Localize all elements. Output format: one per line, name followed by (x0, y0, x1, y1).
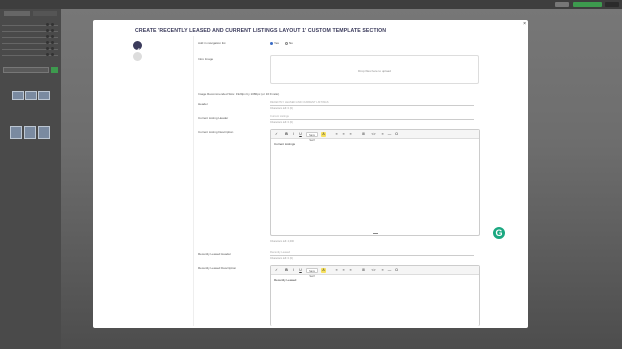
toolbar-table-button[interactable]: ⊞ (361, 268, 366, 273)
editor-toolbar: ✓ B I U Sans Serif A ≡ ≡ ≡ ⊞ <> ≡ — Ω (271, 130, 479, 142)
sidebar-row[interactable] (2, 53, 58, 56)
toolbar-align-button[interactable]: ≡ (348, 132, 353, 137)
toolbar-bold-button[interactable]: B (284, 268, 289, 273)
toolbar-list-button[interactable]: ≡ (334, 268, 339, 273)
recently-leased-description-label: Recently Leased Description (198, 266, 237, 270)
sidebar-add-button[interactable] (51, 67, 58, 73)
pencil-icon[interactable] (133, 41, 142, 52)
toolbar-format-button[interactable]: ≡ (380, 132, 385, 137)
intro-image-label: Intro Image (198, 57, 214, 61)
radio-no-dot[interactable] (285, 41, 288, 45)
radio-no[interactable]: No (285, 41, 293, 45)
sidebar-search-input[interactable] (3, 67, 49, 73)
topbar-button-dark[interactable] (605, 2, 619, 7)
toolbar-font-select[interactable]: Sans Serif (306, 268, 318, 278)
toolbar-list2-button[interactable]: ≡ (341, 132, 346, 137)
sidebar-tab-2[interactable] (33, 11, 57, 16)
nav-list-label: Add in navigation list (198, 41, 226, 45)
header-input[interactable]: RECENTLY LEASED AND CURRENT LISTINGS (270, 101, 474, 106)
editor-resize-handle[interactable] (373, 233, 378, 234)
header-label: Header (198, 102, 208, 106)
toolbar-table-button[interactable]: ⊞ (361, 132, 366, 137)
toolbar-hr-button[interactable]: — (387, 132, 392, 137)
radio-yes[interactable]: Yes (270, 41, 279, 45)
sidebar-row[interactable] (2, 23, 58, 26)
sidebar-row[interactable] (2, 35, 58, 38)
toolbar-check-button[interactable]: ✓ (274, 132, 279, 137)
toolbar-italic-button[interactable]: I (291, 132, 296, 137)
thumbnail-image[interactable] (38, 91, 50, 100)
toolbar-align-button[interactable]: ≡ (348, 268, 353, 273)
recently-leased-header-input[interactable]: Recently Leased (270, 251, 474, 256)
toolbar-symbol-button[interactable]: Ω (394, 268, 399, 273)
current-listing-description-text: Current Listings (274, 142, 296, 146)
thumbnail-image[interactable] (25, 91, 37, 100)
recently-leased-header-chars-left: Characters left: 0 (0) (270, 257, 293, 260)
toolbar-list2-button[interactable]: ≡ (341, 268, 346, 273)
toolbar-code-button[interactable]: <> (371, 132, 376, 137)
sidebar-tab-1[interactable] (4, 11, 30, 16)
step-dot-inactive[interactable] (133, 52, 142, 61)
current-listing-header-input[interactable]: Current Listings (270, 115, 474, 120)
sidebar-row[interactable] (2, 29, 58, 32)
left-sidebar (0, 9, 61, 349)
toolbar-highlight-button[interactable]: A (321, 132, 326, 137)
modal-title: CREATE 'RECENTLY LEASED AND CURRENT LIST… (135, 28, 387, 34)
thumbnail-image[interactable] (10, 126, 22, 139)
sidebar-row[interactable] (2, 47, 58, 50)
radio-yes-label: Yes (274, 41, 279, 45)
template-section-modal: CREATE 'RECENTLY LEASED AND CURRENT LIST… (93, 20, 528, 328)
topbar-button-green[interactable] (573, 2, 602, 7)
current-listing-description-chars-left: Characters left: 2,000 (270, 240, 294, 243)
topbar-button-1[interactable] (555, 2, 569, 7)
toolbar-highlight-button[interactable]: A (321, 268, 326, 273)
toolbar-underline-button[interactable]: U (298, 268, 303, 273)
current-listing-description-editor[interactable]: ✓ B I U Sans Serif A ≡ ≡ ≡ ⊞ <> ≡ — Ω Cu… (270, 129, 480, 236)
thumbnail-image[interactable] (12, 91, 24, 100)
current-listing-description-label: Current Listing Description (198, 130, 234, 134)
toolbar-underline-button[interactable]: U (298, 132, 303, 137)
editor-toolbar: ✓ B I U Sans Serif A ≡ ≡ ≡ ⊞ <> ≡ — Ω (271, 266, 479, 278)
dropzone-text: Drop files here to upload (358, 69, 391, 73)
recently-leased-description-editor[interactable]: ✓ B I U Sans Serif A ≡ ≡ ≡ ⊞ <> ≡ — Ω Re… (270, 265, 480, 326)
thumbnail-image[interactable] (38, 126, 50, 139)
radio-yes-dot[interactable] (270, 41, 273, 45)
sidebar-row[interactable] (2, 41, 58, 44)
app-top-bar (0, 0, 622, 9)
toolbar-bold-button[interactable]: B (284, 132, 289, 137)
recently-leased-header-label: Recently Leased Header (198, 252, 232, 256)
recently-leased-description-text: Recently Leased (274, 278, 297, 282)
current-listing-header-placeholder: Current Listings (270, 115, 289, 118)
header-chars-left: Characters left: 0 (0) (270, 107, 293, 110)
toolbar-hr-button[interactable]: — (387, 268, 392, 273)
grammarly-icon[interactable]: G (492, 226, 506, 240)
toolbar-font-select[interactable]: Sans Serif (306, 132, 318, 142)
toolbar-code-button[interactable]: <> (371, 268, 376, 273)
toolbar-format-button[interactable]: ≡ (380, 268, 385, 273)
recently-leased-header-placeholder: Recently Leased (270, 251, 291, 254)
thumbnail-image[interactable] (24, 126, 36, 139)
toolbar-check-button[interactable]: ✓ (274, 268, 279, 273)
image-dropzone[interactable]: Drop files here to upload (270, 55, 479, 84)
header-placeholder: RECENTLY LEASED AND CURRENT LISTINGS (270, 101, 329, 104)
section-form: Add in navigation list Yes No Intro Imag… (193, 36, 483, 326)
current-listing-header-chars-left: Characters left: 0 (0) (270, 121, 293, 124)
close-icon[interactable]: × (523, 21, 526, 27)
toolbar-italic-button[interactable]: I (291, 268, 296, 273)
current-listing-header-label: Current Listing Header (198, 116, 229, 120)
image-size-hint: Image Recommended Size: 1920px by 1080px… (198, 92, 280, 96)
toolbar-symbol-button[interactable]: Ω (394, 132, 399, 137)
radio-no-label: No (289, 41, 293, 45)
toolbar-list-button[interactable]: ≡ (334, 132, 339, 137)
